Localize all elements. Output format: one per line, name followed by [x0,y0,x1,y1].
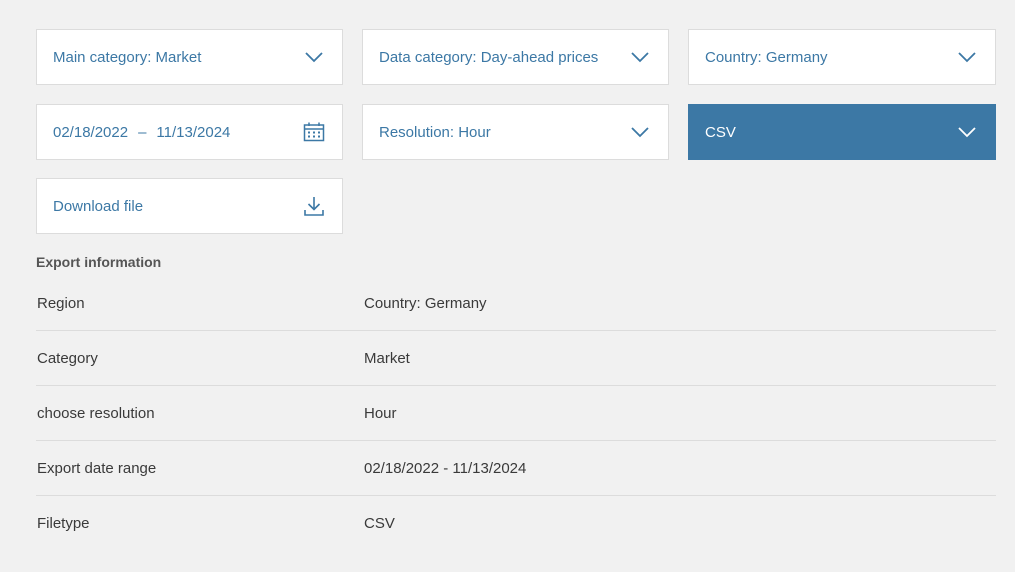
chevron-down-icon [302,45,326,69]
info-label: Region [37,294,85,312]
main-category-label: Main category: Market [53,48,202,66]
data-category-label: Data category: Day-ahead prices [379,48,599,66]
info-label: Export date range [37,459,157,477]
info-row-filetype: Filetype CSV [36,496,996,551]
chevron-down-icon [628,45,652,69]
download-icon [302,194,326,218]
chevron-down-icon [955,120,979,144]
date-separator: – [138,123,147,141]
country-dropdown[interactable]: Country: Germany [688,29,996,85]
export-information-table: Region Country: Germany Category Market … [36,276,996,551]
date-end: 11/13/2024 [156,123,231,141]
info-row-resolution: choose resolution Hour [36,386,996,441]
info-row-date-range: Export date range 02/18/2022 - 11/13/202… [36,441,996,496]
filetype-label: CSV [705,123,736,141]
chevron-down-icon [955,45,979,69]
data-category-dropdown[interactable]: Data category: Day-ahead prices [362,29,669,85]
calendar-icon[interactable] [302,120,326,144]
info-label: Filetype [37,515,90,532]
download-file-label: Download file [53,197,144,215]
date-range-picker[interactable]: 02/18/2022–11/13/2024 [36,104,343,160]
main-category-dropdown[interactable]: Main category: Market [36,29,343,85]
download-file-button[interactable]: Download file [36,178,343,234]
info-label: choose resolution [37,404,155,422]
country-label: Country: Germany [705,48,828,66]
export-information-title: Export information [36,254,162,270]
info-label: Category [37,349,98,367]
chevron-down-icon [628,120,652,144]
date-start: 02/18/2022 [53,123,129,141]
info-value: CSV [364,515,395,532]
filetype-dropdown[interactable]: CSV [688,104,996,160]
date-range-label: 02/18/2022–11/13/2024 [53,124,302,141]
info-value: Market [364,349,410,367]
info-value: 02/18/2022 - 11/13/2024 [364,459,527,477]
info-row-region: Region Country: Germany [36,276,996,331]
info-value: Country: Germany [364,294,487,312]
info-value: Hour [364,404,397,422]
resolution-dropdown[interactable]: Resolution: Hour [362,104,669,160]
info-row-category: Category Market [36,331,996,386]
resolution-label: Resolution: Hour [379,123,491,141]
